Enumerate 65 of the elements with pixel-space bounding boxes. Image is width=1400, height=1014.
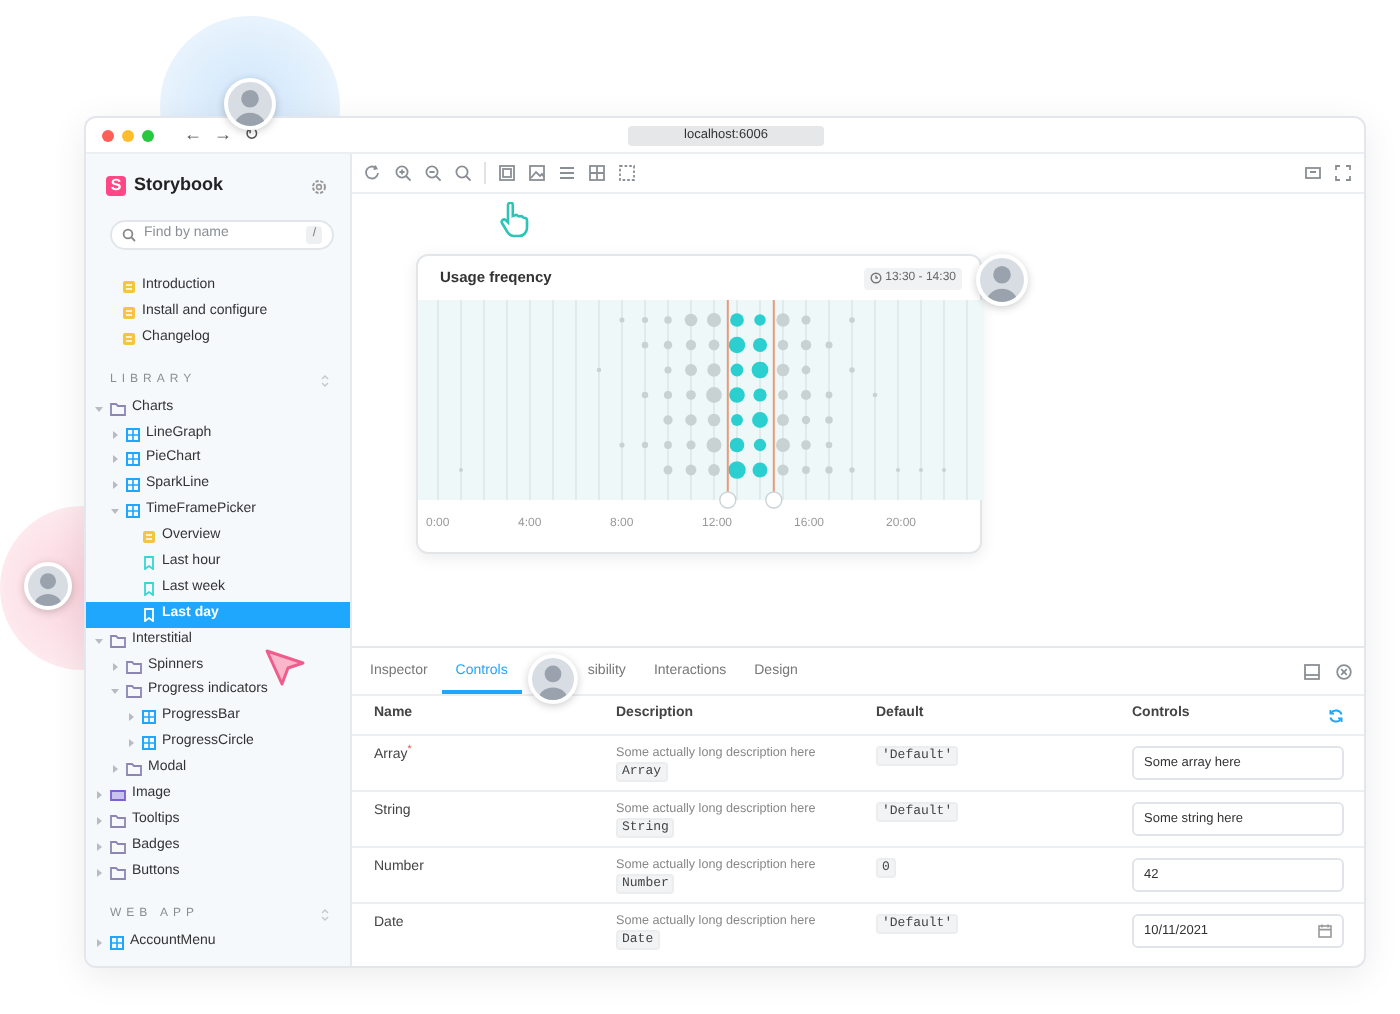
back-button[interactable]: ← — [182, 126, 204, 144]
storybook-logo: S — [106, 176, 126, 196]
caret-right-icon[interactable] — [94, 841, 104, 852]
caret-right-icon[interactable] — [94, 937, 104, 948]
avatar-silhouette — [234, 89, 266, 126]
lines-icon[interactable] — [558, 164, 576, 182]
component-icon — [110, 935, 124, 950]
caret-down-icon[interactable] — [110, 686, 120, 697]
grid-icon[interactable] — [588, 164, 606, 182]
caret-right-icon[interactable] — [94, 789, 104, 800]
range-handle[interactable] — [765, 300, 783, 509]
collapse-icon[interactable] — [320, 907, 330, 922]
clock-icon — [869, 272, 882, 284]
window-control-dot[interactable] — [122, 129, 134, 141]
document-icon — [122, 279, 136, 294]
window-control-dot[interactable] — [102, 129, 114, 141]
caret-right-icon[interactable] — [94, 815, 104, 826]
component-icon — [126, 478, 140, 493]
folder-icon — [110, 401, 126, 416]
reset-icon[interactable] — [1328, 707, 1344, 723]
folder-icon — [126, 762, 142, 777]
caret-down-icon[interactable] — [94, 403, 104, 414]
fullscreen-icon[interactable] — [1334, 164, 1352, 182]
calendar-icon[interactable] — [1318, 924, 1332, 938]
document-icon — [142, 530, 156, 545]
range-handle[interactable] — [719, 300, 737, 509]
caret-right-icon[interactable] — [110, 764, 120, 775]
outline-icon[interactable] — [498, 164, 516, 182]
panel-layout-icon[interactable] — [1304, 663, 1320, 679]
caret-right-icon[interactable] — [126, 738, 136, 749]
zoom-reset-icon[interactable] — [454, 164, 472, 182]
reload-icon[interactable] — [364, 164, 382, 182]
collapse-icon[interactable] — [320, 373, 330, 388]
new-tab-icon[interactable] — [1304, 164, 1322, 182]
group-icon — [110, 787, 126, 802]
component-icon — [142, 736, 156, 751]
caret-down-icon[interactable] — [94, 635, 104, 646]
window-control-dot[interactable] — [142, 129, 154, 141]
arrow-cursor-icon — [265, 649, 305, 686]
caret-right-icon[interactable] — [110, 454, 120, 465]
component-icon — [142, 710, 156, 725]
component-icon — [126, 452, 140, 467]
document-icon — [122, 305, 136, 320]
forward-button[interactable]: → — [212, 126, 234, 144]
document-icon — [122, 331, 136, 346]
search-icon — [122, 228, 136, 242]
component-icon — [126, 504, 140, 519]
image-icon[interactable] — [528, 164, 546, 182]
measure-icon[interactable] — [618, 164, 636, 182]
hand-cursor-icon — [500, 202, 529, 238]
caret-right-icon[interactable] — [110, 661, 120, 672]
caret-right-icon[interactable] — [110, 429, 120, 439]
app-title: Storybook — [134, 172, 224, 199]
avatar-silhouette — [538, 665, 568, 700]
avatar-silhouette — [986, 265, 1018, 302]
caret-right-icon[interactable] — [110, 480, 120, 491]
settings-icon[interactable] — [310, 177, 328, 195]
zoom-out-icon[interactable] — [424, 164, 442, 182]
caret-right-icon[interactable] — [126, 712, 136, 723]
caret-down-icon[interactable] — [110, 506, 120, 517]
avatar-silhouette — [34, 573, 62, 606]
zoom-in-icon[interactable] — [394, 164, 412, 182]
component-icon — [126, 427, 140, 441]
close-icon[interactable] — [1336, 663, 1352, 679]
caret-right-icon[interactable] — [94, 867, 104, 878]
